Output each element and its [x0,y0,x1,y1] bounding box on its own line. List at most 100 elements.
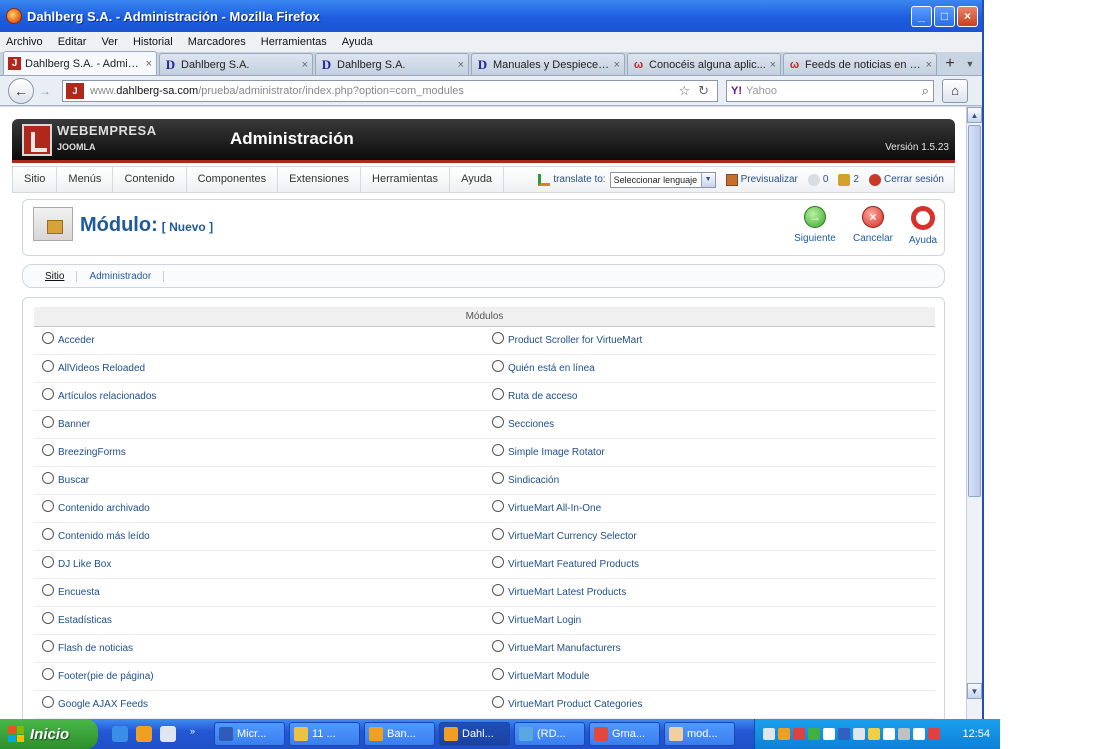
scroll-thumb[interactable] [968,125,981,497]
tab-close-icon[interactable]: × [926,59,932,71]
search-icon[interactable]: ⌕ [922,83,929,99]
taskbar-item-dahl[interactable]: Dahl... [439,722,510,746]
tab-close-icon[interactable]: × [458,59,464,71]
chevron-down-icon[interactable]: ▼ [700,172,715,187]
module-option[interactable]: Simple Image Rotator [484,439,934,466]
module-label[interactable]: VirtueMart Product Categories [508,699,642,710]
module-label[interactable]: Ruta de acceso [508,391,578,402]
radio-button[interactable] [492,415,504,428]
module-label[interactable]: Google AJAX Feeds [58,699,148,710]
preview-link[interactable]: Previsualizar [725,173,798,186]
radio-button[interactable] [492,583,504,596]
taskbar-item-folder[interactable]: 11 ... [289,722,360,746]
search-input[interactable]: Yahoo [746,85,922,97]
radio-button[interactable] [42,555,54,568]
radio-button[interactable] [42,331,54,344]
radio-button[interactable] [42,611,54,624]
tray-icon[interactable] [838,728,850,740]
home-button[interactable]: ⌂ [942,78,968,103]
module-option[interactable]: VirtueMart Product Categories [484,691,934,718]
tray-icon[interactable] [883,728,895,740]
module-option[interactable]: VirtueMart Module [484,663,934,690]
jmenu-extensiones[interactable]: Extensiones [278,166,362,193]
module-label[interactable]: DJ Like Box [58,559,111,570]
taskbar-item-gmail[interactable]: Gma... [589,722,660,746]
radio-button[interactable] [492,499,504,512]
menu-marcadores[interactable]: Marcadores [188,36,246,48]
radio-button[interactable] [492,667,504,680]
messages-count[interactable]: 0 [807,173,828,186]
close-window-button[interactable]: × [957,5,978,27]
module-option[interactable]: Ruta de acceso [484,383,934,410]
search-bar[interactable]: Y! Yahoo ⌕ [726,79,934,102]
module-label[interactable]: Footer(pie de página) [58,671,154,682]
tray-icon[interactable] [763,728,775,740]
radio-button[interactable] [492,331,504,344]
tray-icon[interactable] [898,728,910,740]
tray-icon[interactable] [778,728,790,740]
menu-editar[interactable]: Editar [58,36,87,48]
module-label[interactable]: Buscar [58,475,89,486]
module-label[interactable]: Encuesta [58,587,100,598]
maximize-button[interactable]: □ [934,5,955,27]
module-option[interactable]: DJ Like Box [34,551,484,578]
cancel-button[interactable]: × Cancelar [845,206,901,244]
module-label[interactable]: Sindicación [508,475,559,486]
jmenu-contenido[interactable]: Contenido [113,166,187,193]
module-option[interactable]: Footer(pie de página) [34,663,484,690]
module-label[interactable]: Flash de noticias [58,643,133,654]
menu-historial[interactable]: Historial [133,36,173,48]
menu-herramientas[interactable]: Herramientas [261,36,327,48]
module-label[interactable]: Simple Image Rotator [508,447,605,458]
module-option[interactable]: Contenido más leído [34,523,484,550]
submenu-administrador[interactable]: Administrador [77,270,165,282]
tab-dahlberg-admin[interactable]: J Dahlberg S.A. - Admin... × [3,51,157,75]
radio-button[interactable] [42,499,54,512]
jmenu-ayuda[interactable]: Ayuda [450,166,505,193]
url-bar[interactable]: J www. dahlberg-sa.com /prueba/administr… [62,79,718,102]
site-identity-icon[interactable]: J [66,82,84,99]
module-option[interactable]: Flash de noticias [34,635,484,662]
module-option[interactable]: VirtueMart Currency Selector [484,523,934,550]
menu-archivo[interactable]: Archivo [6,36,43,48]
module-label[interactable]: VirtueMart Latest Products [508,587,626,598]
module-label[interactable]: VirtueMart Manufacturers [508,643,621,654]
help-button[interactable]: Ayuda [895,206,951,246]
radio-button[interactable] [42,583,54,596]
language-select[interactable]: Seleccionar lenguaje ▼ [609,171,716,188]
users-count[interactable]: 2 [838,173,859,186]
radio-button[interactable] [492,639,504,652]
radio-button[interactable] [492,471,504,484]
tab-conoceis[interactable]: ω Conocéis alguna aplic... × [627,53,781,75]
module-label[interactable]: VirtueMart Featured Products [508,559,639,570]
module-label[interactable]: Contenido más leído [58,531,150,542]
module-option[interactable]: VirtueMart Latest Products [484,579,934,606]
module-label[interactable]: BreezingForms [58,447,126,458]
module-label[interactable]: Product Scroller for VirtueMart [508,335,642,346]
module-option[interactable]: VirtueMart Manufacturers [484,635,934,662]
forward-button[interactable]: → [36,81,54,101]
radio-button[interactable] [42,387,54,400]
taskbar-item-ban[interactable]: Ban... [364,722,435,746]
radio-button[interactable] [42,639,54,652]
firefox-quicklaunch-icon[interactable] [136,726,152,742]
menu-ayuda[interactable]: Ayuda [342,36,373,48]
module-option[interactable]: Acceder [34,327,484,354]
tray-icon[interactable] [853,728,865,740]
chevron-right-icon[interactable]: » [190,726,202,742]
new-tab-button[interactable]: + [939,53,961,75]
desktop-icon[interactable] [160,726,176,742]
radio-button[interactable] [492,527,504,540]
module-label[interactable]: Quién está en línea [508,363,595,374]
module-option[interactable]: Sindicación [484,467,934,494]
next-button[interactable]: → Siguiente [787,206,843,244]
module-option[interactable]: Encuesta [34,579,484,606]
module-option[interactable]: Google AJAX Feeds [34,691,484,718]
radio-button[interactable] [42,471,54,484]
module-label[interactable]: Artículos relacionados [58,391,156,402]
bookmark-star-icon[interactable]: ☆ [678,83,690,99]
module-label[interactable]: Banner [58,419,90,430]
reload-icon[interactable]: ↻ [698,83,709,99]
tab-list-chevron-icon[interactable]: ▼ [961,53,979,75]
module-label[interactable]: VirtueMart Module [508,671,590,682]
